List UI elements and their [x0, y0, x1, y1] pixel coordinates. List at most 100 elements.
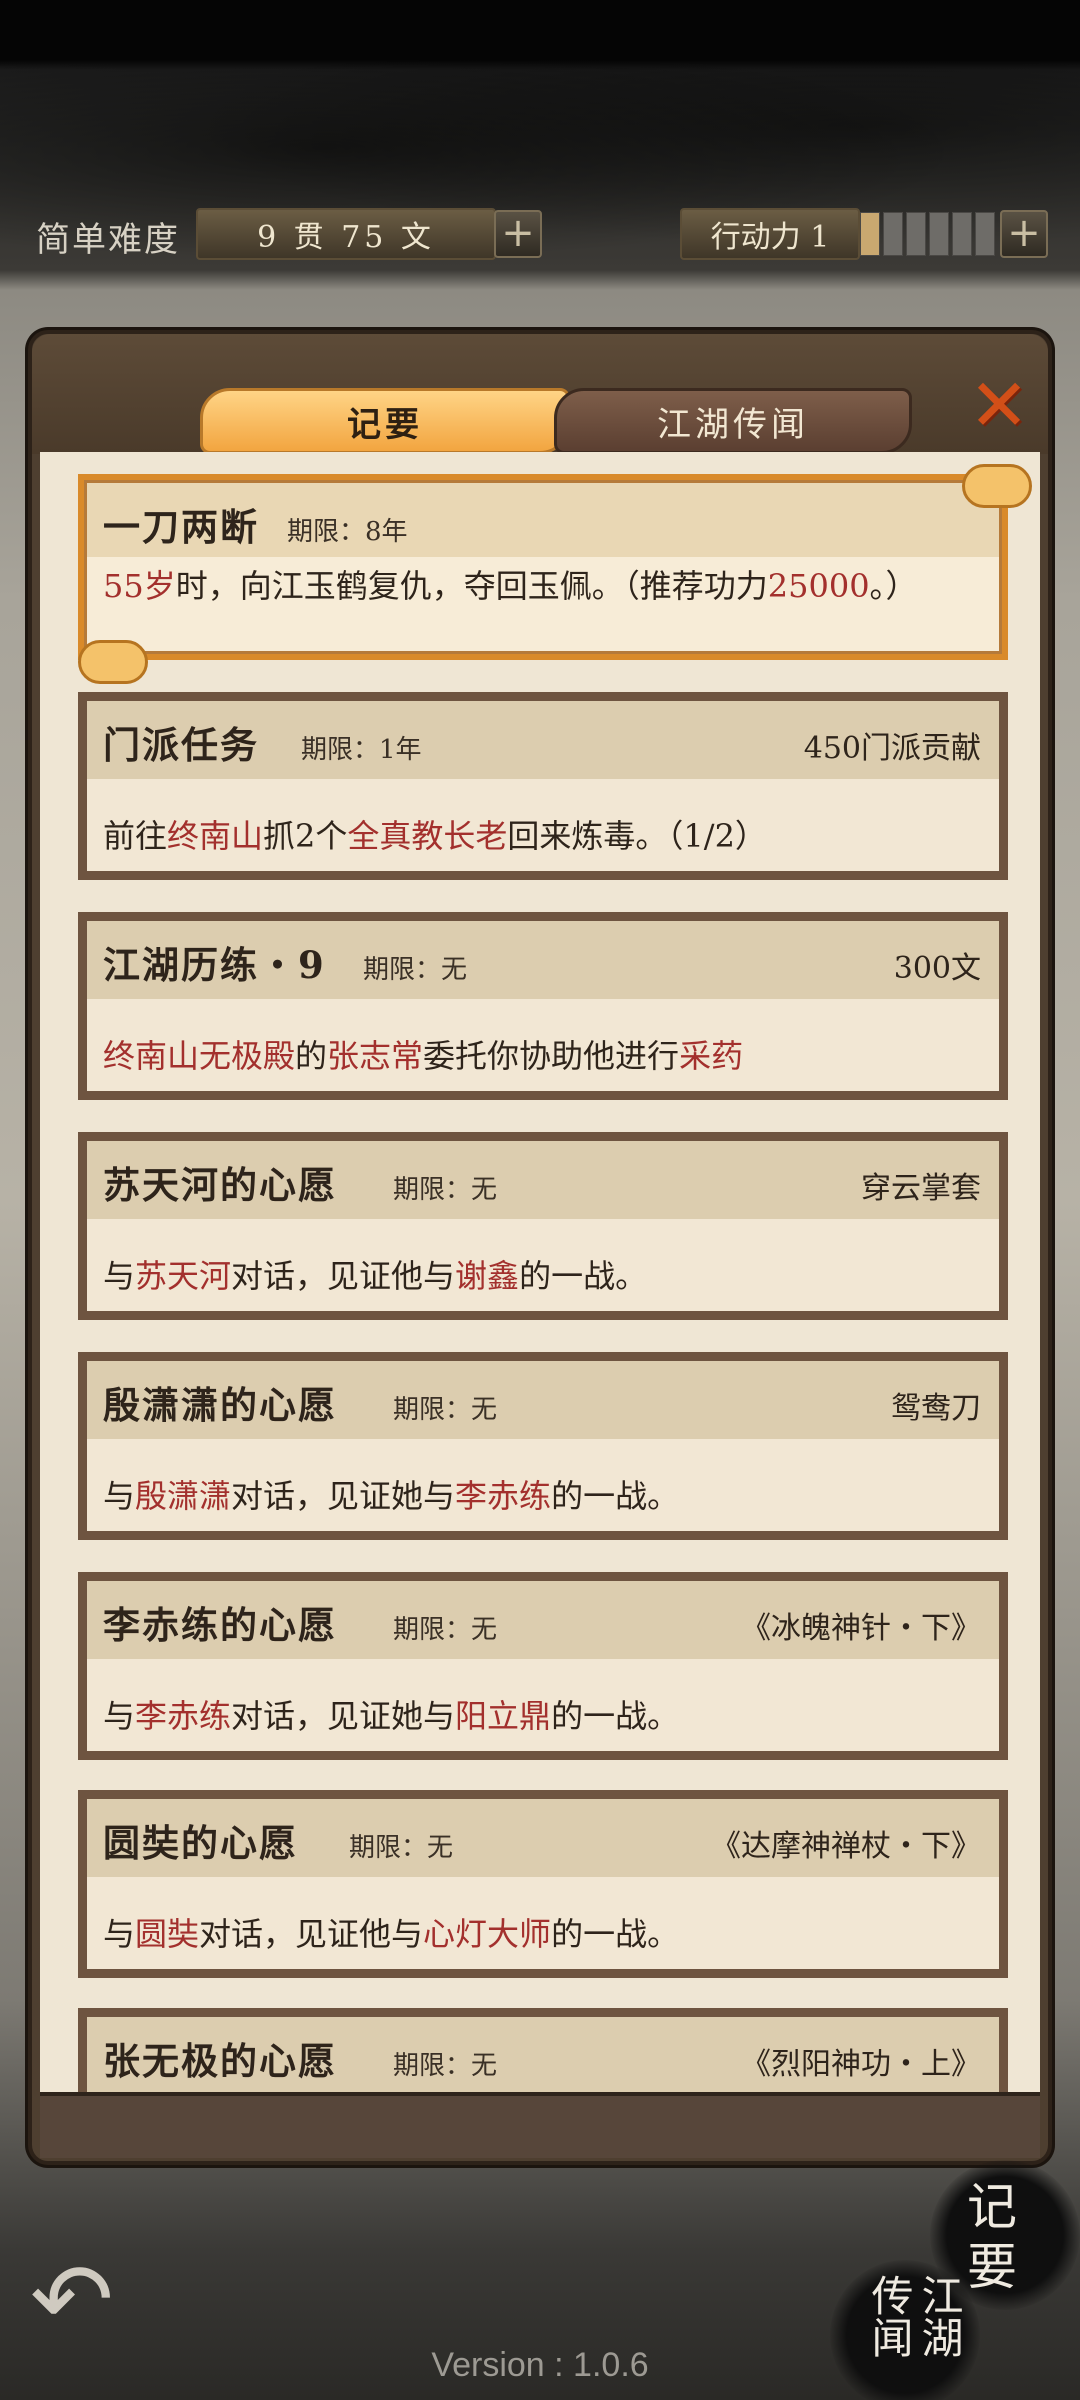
quest-card[interactable]: 圆奘的心愿 期限：无 《达摩神禅杖・下》 与圆奘对话，见证他与心灯大师的一战。: [78, 1790, 1008, 1978]
quest-card-inner: 苏天河的心愿 期限：无 穿云掌套与苏天河对话，见证他与谢鑫的一战。: [87, 1141, 999, 1311]
quest-card-inner: 圆奘的心愿 期限：无 《达摩神禅杖・下》 与圆奘对话，见证他与心灯大师的一战。: [87, 1799, 999, 1969]
action-power-segment: [952, 212, 972, 256]
quest-keyword: 张志常: [327, 1037, 424, 1075]
quest-title: 殷潇潇的心愿: [103, 1383, 337, 1427]
quest-card-featured[interactable]: 一刀两断 期限：8年 55岁时，向江玉鹤复仇，夺回玉佩。（推荐功力25000。）: [78, 464, 1032, 684]
quest-keyword: 谢鑫: [455, 1257, 520, 1295]
quest-list[interactable]: 一刀两断 期限：8年 55岁时，向江玉鹤复仇，夺回玉佩。（推荐功力25000。） 门派…: [40, 452, 1040, 2092]
quest-keyword: 阳立鼎: [455, 1697, 552, 1735]
panel-footer: [40, 2092, 1040, 2158]
quest-time-limit: 期限：无: [393, 2051, 498, 2081]
quest-time-limit: 期限：无: [393, 1395, 498, 1425]
action-power-segment: [906, 212, 926, 256]
quest-text: 前往: [103, 817, 168, 855]
quest-card[interactable]: 江湖历练・9 期限：无 300文终南山无极殿的张志常委托你协助他进行采药: [78, 912, 1008, 1100]
action-power-segment: [975, 212, 995, 256]
tab-memo[interactable]: 记要: [200, 388, 570, 454]
quest-reward: 《达摩神禅杖・下》: [711, 1829, 981, 1864]
top-status-bar: 简单难度 9 贯 75 文 + 行动力 1 +: [0, 200, 1080, 270]
quest-text: 抓2个: [263, 817, 348, 855]
quest-card[interactable]: 殷潇潇的心愿 期限：无 鸳鸯刀与殷潇潇对话，见证她与李赤练的一战。: [78, 1352, 1008, 1540]
quest-text: 与: [103, 1915, 136, 1953]
version-label: Version : 1.0.6: [431, 2346, 649, 2384]
cloud-ornament: [78, 640, 148, 684]
add-action-power-button[interactable]: +: [1000, 210, 1048, 258]
action-power-segment: [883, 212, 903, 256]
quest-keyword: 终南山无极殿: [103, 1037, 296, 1075]
game-screen: 简单难度 9 贯 75 文 + 行动力 1 + 记要 江湖传闻 ✕ 一刀两断 期限…: [0, 0, 1080, 2400]
quest-text: 对话，见证他与: [199, 1915, 424, 1953]
close-icon[interactable]: ✕: [962, 369, 1036, 444]
quest-text: 与: [103, 1697, 136, 1735]
quest-description: 终南山无极殿的张志常委托你协助他进行采药: [103, 1031, 743, 1077]
quest-reward: 《冰魄神针・下》: [741, 1611, 981, 1646]
quest-card-inner: 李赤练的心愿 期限：无 《冰魄神针・下》 与李赤练对话，见证她与阳立鼎的一战。: [87, 1581, 999, 1751]
quest-keyword: 心灯大师: [423, 1915, 552, 1953]
quest-card-inner: 张无极的心愿 期限：无 《烈阳神功・上》: [87, 2017, 999, 2092]
back-arrow-icon[interactable]: ↶: [30, 2250, 130, 2350]
quest-text: 的一战。: [551, 1915, 680, 1953]
quest-title: 江湖历练・9: [103, 943, 326, 987]
difficulty-label: 简单难度: [36, 220, 180, 260]
quest-keyword: 苏天河: [135, 1257, 232, 1295]
quest-keyword: 25000: [767, 567, 870, 605]
quest-keyword: 李赤练: [455, 1477, 552, 1515]
quest-description: 与殷潇潇对话，见证她与李赤练的一战。: [103, 1471, 679, 1517]
quest-text: 与: [103, 1477, 136, 1515]
quest-text: 的: [295, 1037, 328, 1075]
tab-jianghu-news[interactable]: 江湖传闻: [554, 388, 912, 454]
action-power-display: 行动力 1: [680, 208, 860, 260]
quest-header: 一刀两断 期限：8年: [87, 483, 999, 557]
action-power-segment: [860, 212, 880, 256]
quest-description: 与李赤练对话，见证她与阳立鼎的一战。: [103, 1691, 679, 1737]
quest-time-limit: 期限：无: [363, 955, 468, 985]
quest-card[interactable]: 门派任务 期限：1年 450门派贡献前往终南山抓2个全真教长老回来炼毒。（1/2）: [78, 692, 1008, 880]
quest-card-inner: 江湖历练・9 期限：无 300文终南山无极殿的张志常委托你协助他进行采药: [87, 921, 999, 1091]
quest-title: 一刀两断: [103, 505, 259, 549]
quest-text: 的一战。: [551, 1477, 680, 1515]
quest-title: 张无极的心愿: [103, 2039, 337, 2083]
quest-reward: 穿云掌套: [861, 1171, 981, 1206]
quest-reward: 450门派贡献: [803, 731, 981, 766]
quest-header: 李赤练的心愿 期限：无 《冰魄神针・下》: [87, 1581, 999, 1659]
quest-time-limit: 期限：无: [393, 1175, 498, 1205]
quest-card[interactable]: 李赤练的心愿 期限：无 《冰魄神针・下》 与李赤练对话，见证她与阳立鼎的一战。: [78, 1572, 1008, 1760]
quest-description: 与圆奘对话，见证他与心灯大师的一战。: [103, 1909, 679, 1955]
quest-header: 江湖历练・9 期限：无 300文: [87, 921, 999, 999]
quest-text: 对话，见证他与: [231, 1257, 456, 1295]
quest-text: 对话，见证她与: [231, 1477, 456, 1515]
quest-keyword: 李赤练: [135, 1697, 232, 1735]
quest-description: 前往终南山抓2个全真教长老回来炼毒。（1/2）: [103, 811, 767, 857]
quest-title: 李赤练的心愿: [103, 1603, 337, 1647]
quest-header: 苏天河的心愿 期限：无 穿云掌套: [87, 1141, 999, 1219]
quest-text: 与: [103, 1257, 136, 1295]
quest-keyword: 55岁: [103, 567, 176, 605]
quest-reward: 《烈阳神功・上》: [741, 2047, 981, 2082]
quest-text: 时，向江玉鹤复仇，夺回玉佩。（推荐功力: [175, 567, 768, 605]
quest-reward: 鸳鸯刀: [891, 1391, 981, 1426]
quest-reward: 300文: [893, 951, 981, 986]
quest-time-limit: 期限：无: [393, 1615, 498, 1645]
add-money-button[interactable]: +: [494, 210, 542, 258]
cloud-ornament: [962, 464, 1032, 508]
quest-text: 委托你协助他进行: [423, 1037, 680, 1075]
quest-title: 门派任务: [103, 723, 259, 767]
quest-header: 门派任务 期限：1年 450门派贡献: [87, 701, 999, 779]
quest-text: 的一战。: [551, 1697, 680, 1735]
quest-title: 圆奘的心愿: [103, 1821, 298, 1865]
quest-header: 殷潇潇的心愿 期限：无 鸳鸯刀: [87, 1361, 999, 1439]
action-power-segment: [929, 212, 949, 256]
panel-header: 记要 江湖传闻 ✕: [32, 334, 1048, 454]
quest-card[interactable]: 张无极的心愿 期限：无 《烈阳神功・上》: [78, 2008, 1008, 2092]
quest-description: 与苏天河对话，见证他与谢鑫的一战。: [103, 1251, 647, 1297]
quest-description: 55岁时，向江玉鹤复仇，夺回玉佩。（推荐功力25000。）: [103, 563, 983, 609]
quest-title: 苏天河的心愿: [103, 1163, 337, 1207]
plus-icon: +: [501, 210, 535, 256]
quest-card-inner: 殷潇潇的心愿 期限：无 鸳鸯刀与殷潇潇对话，见证她与李赤练的一战。: [87, 1361, 999, 1531]
plus-icon: +: [1007, 210, 1041, 256]
quest-time-limit: 期限：1年: [301, 735, 422, 765]
quest-card[interactable]: 苏天河的心愿 期限：无 穿云掌套与苏天河对话，见证他与谢鑫的一战。: [78, 1132, 1008, 1320]
quest-text: 的一战。: [519, 1257, 648, 1295]
memo-panel: 记要 江湖传闻 ✕ 一刀两断 期限：8年 55岁时，向江玉鹤复仇，夺回玉佩。（推荐功…: [28, 330, 1052, 2165]
quest-keyword: 殷潇潇: [135, 1477, 232, 1515]
